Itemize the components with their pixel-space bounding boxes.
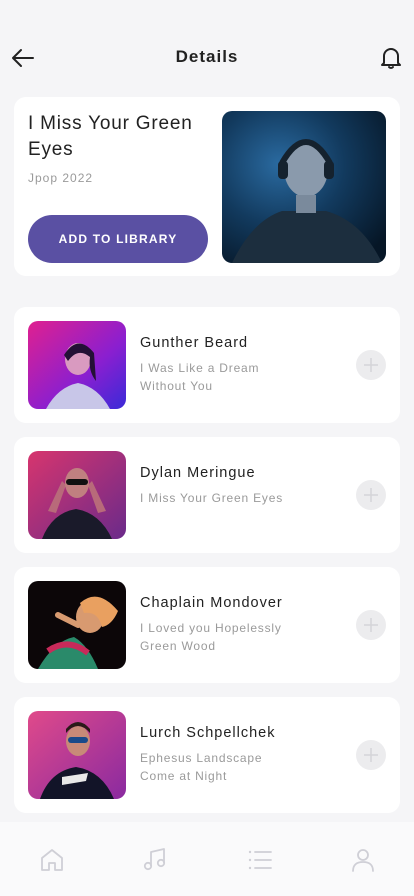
track-item[interactable]: Chaplain Mondover I Loved you Hopelessly… [14,567,400,683]
plus-icon [364,618,378,632]
plus-icon [364,358,378,372]
track-song: I Was Like a Dream Without You [140,361,260,393]
plus-icon [364,748,378,762]
nav-home[interactable] [38,846,66,874]
add-to-library-button[interactable]: ADD TO LIBRARY [28,215,208,263]
album-meta: Jpop 2022 [28,171,94,185]
album-card: I Miss Your Green Eyes Jpop 2022 ADD TO … [14,97,400,276]
app-root: Details I Miss Your Green Eyes Jpop 2022… [0,0,414,896]
list-icon [248,850,272,870]
track-item[interactable]: Gunther Beard I Was Like a Dream Without… [14,307,400,423]
page-title: Details [175,47,239,66]
track-item[interactable]: Dylan Meringue I Miss Your Green Eyes [14,437,400,553]
profile-icon [352,849,374,872]
add-track-button[interactable] [356,350,386,380]
add-track-button[interactable] [356,480,386,510]
track-song: I Loved you Hopelessly Green Wood [140,621,282,653]
header: Details [0,0,414,96]
album-cover-image [222,111,386,263]
notification-button[interactable] [380,46,402,70]
track-thumbnail [28,581,126,669]
bell-icon [381,48,401,69]
nav-playlist[interactable] [246,846,274,874]
add-track-button[interactable] [356,740,386,770]
track-thumbnail [28,711,126,799]
track-thumbnail [28,451,126,539]
track-song: Ephesus Landscape Come at Night [140,751,263,783]
add-track-button[interactable] [356,610,386,640]
nav-music[interactable] [141,846,169,874]
music-note-icon [143,848,166,871]
track-item[interactable]: Lurch Schpellchek Ephesus Landscape Come… [14,697,400,813]
track-artist: Chaplain Mondover [140,595,283,611]
track-artist: Dylan Meringue [140,465,256,481]
track-song: I Miss Your Green Eyes [140,491,283,505]
bottom-nav [0,822,414,896]
track-artist: Lurch Schpellchek [140,725,276,741]
home-icon [41,849,63,871]
track-artist: Gunther Beard [140,335,249,351]
album-title: I Miss Your Green Eyes [28,113,193,160]
nav-profile[interactable] [349,846,377,874]
plus-icon [364,488,378,502]
track-thumbnail [28,321,126,409]
